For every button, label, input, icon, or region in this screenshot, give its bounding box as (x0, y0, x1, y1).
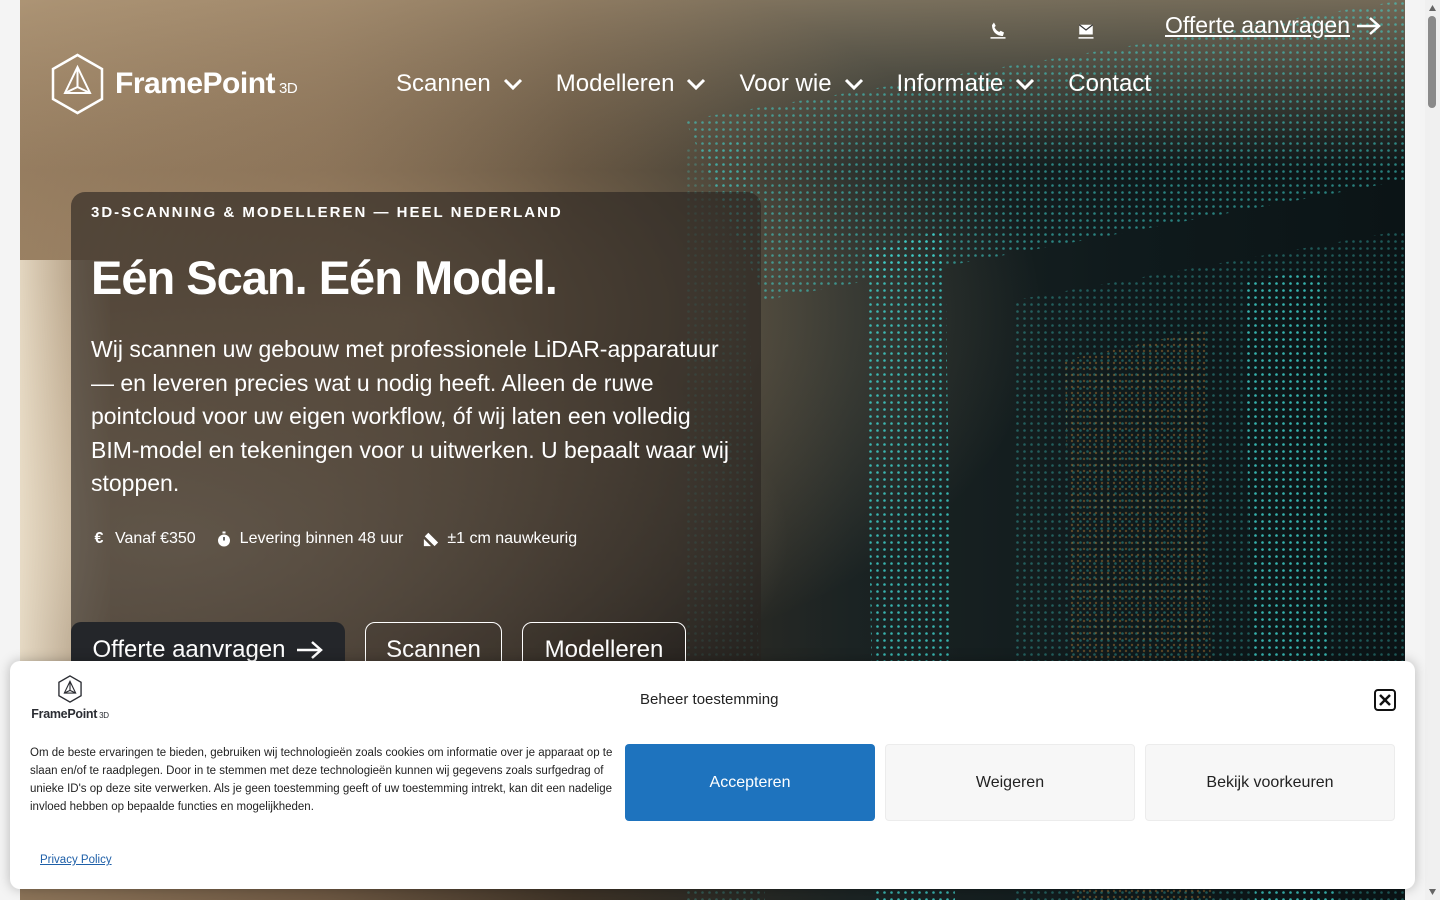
nav-label: Modelleren (555, 70, 675, 97)
hero-headline: Eén Scan. Eén Model. (91, 251, 558, 304)
page-scrollbar[interactable] (1425, 0, 1440, 900)
arrow-right-icon (1357, 16, 1381, 35)
cookie-consent-banner: FramePoint 3D Beheer toestemming Om de be… (10, 661, 1415, 889)
nav-label: Contact (1068, 70, 1151, 97)
nav-label: Scannen (396, 70, 491, 97)
hero-model-label: Modelleren (544, 636, 664, 663)
hero-quote-label: Offerte aanvragen (92, 636, 286, 663)
fact-delivery: Levering binnen 48 uur (216, 530, 404, 548)
scroll-down-icon[interactable] (1428, 888, 1437, 896)
nav-item-voor-wie[interactable]: Voor wie (739, 70, 863, 98)
logo-name: FramePoint (115, 67, 276, 100)
chevron-down-icon (1016, 78, 1035, 90)
header-quote-link[interactable]: Offerte aanvragen (1165, 12, 1382, 39)
fact-price: € Vanaf €350 (91, 530, 196, 548)
arrow-right-icon (296, 641, 323, 659)
nav-item-contact[interactable]: Contact (1068, 70, 1151, 98)
scrollbar-thumb[interactable] (1428, 16, 1436, 108)
nav-label: Informatie (896, 70, 1004, 97)
euro-icon: € (94, 530, 104, 547)
mail-icon[interactable] (1077, 21, 1095, 39)
logo-hexagon-icon (58, 675, 82, 703)
fact-accuracy: ±1 cm nauwkeurig (423, 530, 577, 548)
logo-suffix: 3D (279, 80, 298, 97)
phone-icon[interactable] (989, 21, 1007, 39)
scroll-up-icon[interactable] (1428, 4, 1437, 12)
chevron-down-icon (844, 78, 863, 90)
ruler-icon (423, 531, 439, 547)
fact-text: Vanaf €350 (115, 530, 196, 547)
accept-button[interactable]: Accepteren (625, 744, 875, 821)
hero-scan-label: Scannen (386, 636, 481, 663)
nav-item-modelleren[interactable]: Modelleren (556, 70, 707, 98)
stopwatch-icon (216, 531, 232, 547)
fact-text: Levering binnen 48 uur (239, 530, 404, 547)
preferences-button[interactable]: Bekijk voorkeuren (1145, 744, 1395, 821)
consent-title: Beheer toestemming (640, 691, 779, 708)
logo-wordmark: FramePoint 3D (115, 67, 298, 101)
consent-logo-wordmark: FramePoint 3D (30, 707, 110, 721)
hero-eyebrow: 3D-SCANNING & MODELLEREN — HEEL NEDERLAN… (91, 204, 563, 221)
logo-hexagon-icon (51, 53, 104, 115)
site-logo[interactable]: FramePoint 3D (50, 53, 298, 115)
consent-logo-suffix: 3D (99, 711, 109, 720)
chevron-down-icon (687, 78, 706, 90)
header-quote-label: Offerte aanvragen (1165, 12, 1350, 38)
fact-text: ±1 cm nauwkeurig (447, 530, 578, 547)
hero-lead: Wij scannen uw gebouw met professionele … (91, 336, 729, 496)
consent-text: Om de beste ervaringen te bieden, gebrui… (30, 747, 613, 813)
top-bar: Offerte aanvragen (989, 12, 1382, 39)
deny-button[interactable]: Weigeren (885, 744, 1135, 821)
nav-item-scannen[interactable]: Scannen (396, 70, 523, 98)
close-icon[interactable] (1374, 689, 1396, 711)
consent-logo-name: FramePoint (31, 707, 98, 721)
main-nav: Scannen Modelleren Voor wie Informatie C… (396, 70, 1151, 98)
consent-logo: FramePoint 3D (30, 675, 110, 721)
nav-label: Voor wie (739, 70, 832, 97)
chevron-down-icon (503, 78, 522, 90)
hero-facts: € Vanaf €350 Levering binnen 48 uur ±1 c… (91, 530, 578, 548)
nav-item-informatie[interactable]: Informatie (897, 70, 1036, 98)
privacy-policy-link[interactable]: Privacy Policy (40, 854, 112, 866)
